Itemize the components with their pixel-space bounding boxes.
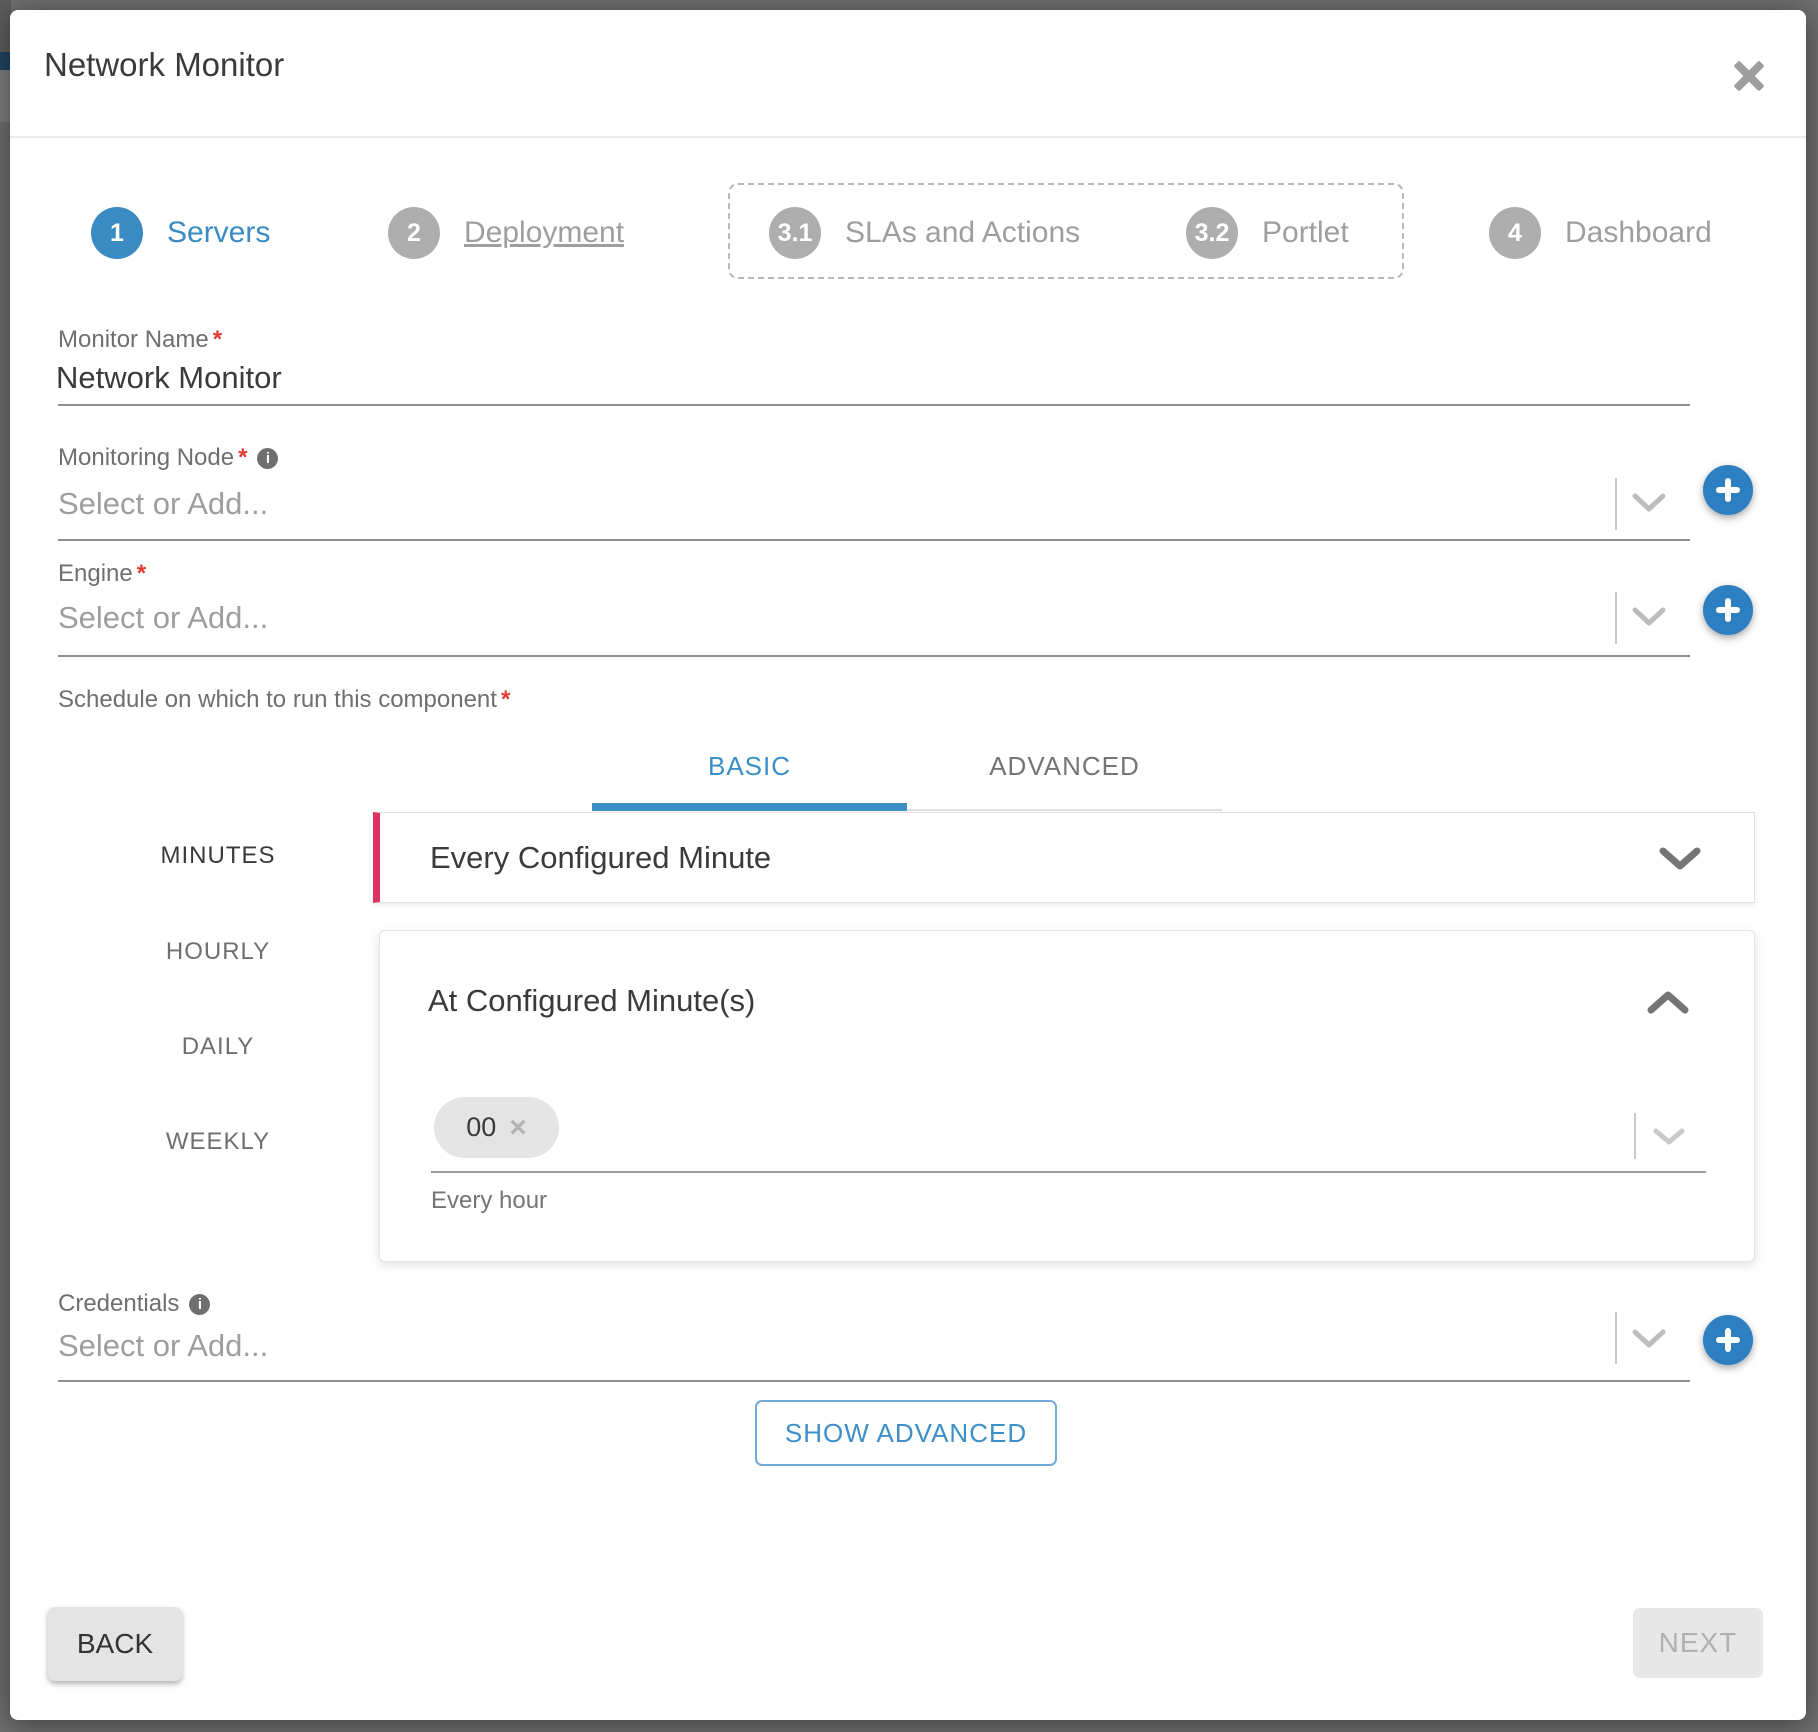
header-divider — [10, 136, 1806, 138]
minutes-input-underline — [431, 1171, 1706, 1173]
schedule-menu-daily[interactable]: DAILY — [98, 1033, 338, 1061]
schedule-helper-text: Every hour — [431, 1187, 547, 1215]
step-portlet[interactable]: 3.2 Portlet — [1186, 207, 1349, 259]
network-monitor-dialog: Network Monitor 1 Servers 2 Deployment 3… — [10, 10, 1806, 1720]
engine-underline — [58, 655, 1690, 657]
chip-remove-icon[interactable]: × — [509, 1113, 527, 1143]
back-button[interactable]: BACK — [48, 1607, 182, 1681]
minute-frequency-value: Every Configured Minute — [430, 840, 771, 876]
select-divider — [1615, 592, 1617, 644]
schedule-section-label: Schedule on which to run this component* — [58, 686, 510, 714]
add-monitoring-node-button[interactable] — [1703, 465, 1753, 515]
step-number-badge: 3.2 — [1186, 207, 1238, 259]
dialog-title: Network Monitor — [44, 46, 284, 84]
chevron-down-icon — [1658, 846, 1702, 872]
monitor-name-input[interactable]: Network Monitor — [56, 360, 282, 396]
chevron-down-icon[interactable] — [1630, 606, 1668, 628]
monitor-name-underline — [58, 404, 1690, 406]
step-number-badge: 2 — [388, 207, 440, 259]
step-number-badge: 3.1 — [769, 207, 821, 259]
monitoring-node-select[interactable]: Select or Add... — [58, 486, 268, 522]
step-label: Portlet — [1262, 216, 1349, 250]
credentials-label: Credentials i — [58, 1290, 210, 1318]
tab-basic[interactable]: BASIC — [592, 742, 907, 790]
minute-frequency-select[interactable]: Every Configured Minute — [373, 812, 1755, 903]
active-tab-indicator — [592, 803, 907, 811]
inactive-tab-border — [907, 809, 1222, 811]
step-label: Dashboard — [1565, 216, 1712, 250]
step-label: SLAs and Actions — [845, 216, 1080, 250]
step-number-badge: 4 — [1489, 207, 1541, 259]
step-label: Deployment — [464, 216, 624, 250]
step-deployment[interactable]: 2 Deployment — [388, 207, 624, 259]
monitoring-node-label: Monitoring Node* i — [58, 444, 278, 472]
minute-chip: 00 × — [434, 1097, 559, 1158]
minute-chip-value: 00 — [466, 1112, 496, 1143]
select-divider — [1615, 1312, 1617, 1364]
chevron-down-icon[interactable] — [1652, 1127, 1686, 1147]
close-icon[interactable] — [1723, 50, 1775, 102]
info-icon: i — [257, 448, 278, 469]
schedule-menu-minutes[interactable]: MINUTES — [98, 842, 338, 870]
select-divider — [1634, 1113, 1636, 1159]
panel-title: At Configured Minute(s) — [428, 983, 755, 1019]
engine-select[interactable]: Select or Add... — [58, 600, 268, 636]
monitor-name-label: Monitor Name* — [58, 326, 222, 354]
step-dashboard[interactable]: 4 Dashboard — [1489, 207, 1712, 259]
select-divider — [1615, 478, 1617, 530]
step-label: Servers — [167, 216, 270, 250]
chevron-up-icon[interactable] — [1646, 989, 1690, 1015]
step-servers[interactable]: 1 Servers — [91, 207, 270, 259]
add-engine-button[interactable] — [1703, 585, 1753, 635]
next-button[interactable]: NEXT — [1633, 1608, 1763, 1678]
schedule-menu-hourly[interactable]: HOURLY — [98, 938, 338, 966]
engine-label: Engine* — [58, 560, 146, 588]
tab-advanced[interactable]: ADVANCED — [907, 742, 1222, 790]
configured-minutes-panel: At Configured Minute(s) 00 × Every hour — [379, 930, 1755, 1262]
add-credentials-button[interactable] — [1703, 1315, 1753, 1365]
schedule-menu-weekly[interactable]: WEEKLY — [98, 1128, 338, 1156]
chevron-down-icon[interactable] — [1630, 492, 1668, 514]
show-advanced-button[interactable]: SHOW ADVANCED — [755, 1400, 1057, 1466]
info-icon: i — [189, 1294, 210, 1315]
chevron-down-icon[interactable] — [1630, 1328, 1668, 1350]
step-slas-and-actions[interactable]: 3.1 SLAs and Actions — [769, 207, 1080, 259]
credentials-underline — [58, 1380, 1690, 1382]
credentials-select[interactable]: Select or Add... — [58, 1328, 268, 1364]
step-number-badge: 1 — [91, 207, 143, 259]
monitoring-node-underline — [58, 539, 1690, 541]
